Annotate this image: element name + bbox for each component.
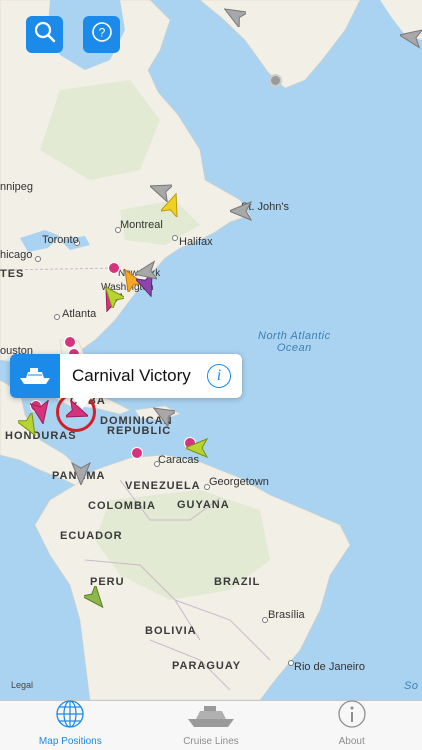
country-label: TES xyxy=(0,268,25,280)
callout-tail xyxy=(72,397,92,409)
search-button[interactable] xyxy=(26,16,63,53)
cruise-ship-icon xyxy=(10,354,60,398)
map-view[interactable]: TES HONDURAS DOMINICAN REPUBLIC PANAMA V… xyxy=(0,0,422,700)
ocean-label: North Atlantic Ocean xyxy=(258,330,331,354)
country-label: GUYANA xyxy=(177,499,230,511)
globe-icon xyxy=(55,699,85,734)
country-label: PARAGUAY xyxy=(172,660,242,672)
port-marker[interactable] xyxy=(64,336,76,348)
tab-label: Map Positions xyxy=(38,736,102,747)
tab-label: Cruise Lines xyxy=(183,736,239,747)
svg-text:?: ? xyxy=(98,26,105,40)
info-button[interactable]: i xyxy=(207,364,231,388)
country-label: BRAZIL xyxy=(214,576,261,588)
question-circle-icon: ? xyxy=(90,20,114,49)
tab-bar: Map Positions Cruise Lines About xyxy=(0,700,422,750)
ship-callout[interactable]: Carnival Victory i xyxy=(10,354,242,409)
cruise-ship-icon xyxy=(186,703,236,734)
city-label: Halifax xyxy=(179,236,213,248)
city-label: Montreal xyxy=(120,219,163,231)
country-label: HONDURAS xyxy=(5,430,77,442)
ocean-label-edge: So xyxy=(404,680,419,692)
country-label: COLOMBIA xyxy=(88,500,156,512)
city-label: hicago xyxy=(0,249,33,261)
ship-name: Carnival Victory xyxy=(72,366,191,385)
tab-map-positions[interactable]: Map Positions xyxy=(0,699,141,750)
tab-label: About xyxy=(338,736,365,747)
country-label: ECUADOR xyxy=(60,530,123,542)
city-dot xyxy=(35,256,41,262)
help-button[interactable]: ? xyxy=(83,16,120,53)
port-marker[interactable] xyxy=(131,447,143,459)
app-screen: TES HONDURAS DOMINICAN REPUBLIC PANAMA V… xyxy=(0,0,422,750)
tab-cruise-lines[interactable]: Cruise Lines xyxy=(141,701,282,750)
map-land xyxy=(0,0,422,700)
position-marker[interactable] xyxy=(269,74,282,87)
city-label: Brasília xyxy=(268,609,305,621)
city-label: Atlanta xyxy=(62,308,97,320)
city-dot xyxy=(54,314,60,320)
tab-about[interactable]: About xyxy=(281,699,422,750)
legal-link[interactable]: Legal xyxy=(11,680,33,690)
ocean-label-line2: Ocean xyxy=(276,342,312,354)
info-circle-icon xyxy=(337,699,367,734)
port-marker[interactable] xyxy=(108,262,120,274)
country-label: BOLIVIA xyxy=(145,625,197,637)
city-label: Toronto xyxy=(42,234,79,246)
city-label: Georgetown xyxy=(209,476,269,488)
country-label: VENEZUELA xyxy=(125,480,201,492)
city-dot xyxy=(172,235,178,241)
city-label: Rio de Janeiro xyxy=(294,661,365,673)
city-label: nnipeg xyxy=(0,181,34,193)
search-icon xyxy=(33,20,57,49)
ocean-label-line1: North Atlantic xyxy=(258,330,331,342)
country-label: REPUBLIC xyxy=(107,425,172,437)
